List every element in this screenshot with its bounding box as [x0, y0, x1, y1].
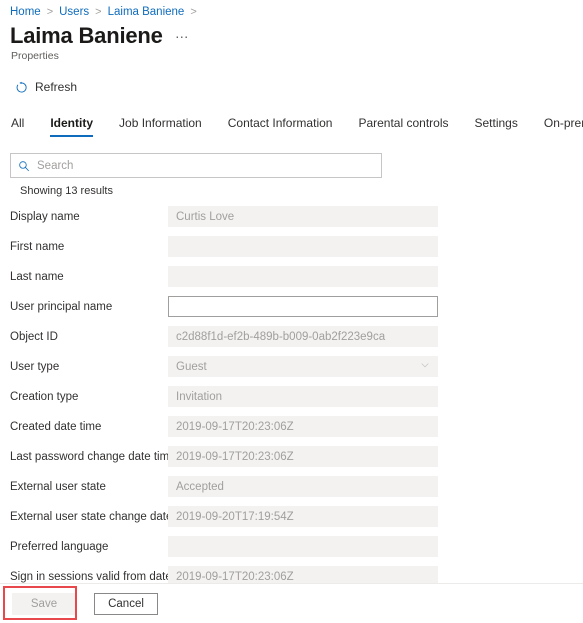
field-value: Accepted [176, 480, 224, 493]
form-row: Created date time 2019-09-17T20:23:06Z [0, 416, 583, 437]
field-label: Last password change date time [10, 450, 176, 463]
footer-actions: Save Cancel [0, 584, 583, 623]
search-icon [11, 160, 37, 172]
form-row: User principal name [0, 296, 583, 317]
field-value: Curtis Love [176, 210, 235, 223]
field-value: 2019-09-17T20:23:06Z [176, 420, 294, 433]
overflow-menu-button[interactable]: … [175, 26, 190, 45]
breadcrumb-separator: > [95, 6, 102, 18]
field-value: c2d88f1d-ef2b-489b-b009-0ab2f223e9ca [176, 330, 386, 343]
form-row: Creation type Invitation [0, 386, 583, 407]
breadcrumb-link-1[interactable]: Users [59, 6, 89, 18]
save-button[interactable]: Save [12, 592, 76, 615]
field-input-last-name[interactable] [168, 266, 438, 287]
field-value: Invitation [176, 390, 223, 403]
command-bar: Refresh [0, 63, 583, 99]
tab-parental-controls[interactable]: Parental controls [358, 116, 448, 137]
tab-all[interactable]: All [11, 116, 24, 137]
search-input[interactable] [37, 159, 381, 172]
field-select-user-type[interactable]: Guest [168, 356, 438, 377]
form-row: Last password change date time 2019-09-17… [0, 446, 583, 467]
field-value: 2019-09-17T20:23:06Z [176, 570, 294, 583]
breadcrumb-separator: > [46, 6, 54, 18]
breadcrumb-link-0[interactable]: Home [10, 6, 41, 18]
form-row: External user state Accepted [0, 476, 583, 497]
field-label: User principal name [10, 300, 113, 313]
tab-contact-information[interactable]: Contact Information [228, 116, 333, 137]
tab-identity[interactable]: Identity [50, 116, 93, 137]
page-title: Laima Baniene [10, 23, 163, 48]
form-row: Preferred language [0, 536, 583, 557]
field-label: First name [10, 240, 65, 253]
search-box[interactable] [10, 153, 382, 178]
field-label: Display name [10, 210, 80, 223]
form-row: First name [0, 236, 583, 257]
field-value: 2019-09-20T17:19:54Z [176, 510, 294, 523]
field-input-display-name[interactable]: Curtis Love [168, 206, 438, 227]
field-value: 2019-09-17T20:23:06Z [176, 450, 294, 463]
form-row: Display name Curtis Love [0, 206, 583, 227]
breadcrumb-link-2[interactable]: Laima Baniene [108, 6, 185, 18]
breadcrumb-separator: > [190, 6, 197, 18]
refresh-label: Refresh [35, 80, 78, 94]
refresh-button[interactable]: Refresh [14, 78, 81, 97]
field-input-preferred-language[interactable] [168, 536, 438, 557]
tab-job-information[interactable]: Job Information [119, 116, 202, 137]
form-row: Last name [0, 266, 583, 287]
chevron-down-icon [420, 360, 430, 373]
breadcrumb: Home > Users > Laima Baniene > [0, 0, 583, 20]
properties-form: Display name Curtis Love First name Last na… [0, 206, 583, 587]
field-value: Guest [176, 360, 207, 373]
form-row: Object ID c2d88f1d-ef2b-489b-b009-0ab2f22… [0, 326, 583, 347]
field-label: Object ID [10, 330, 58, 343]
results-count: Showing 13 results [20, 185, 113, 197]
field-input-object-id[interactable]: c2d88f1d-ef2b-489b-b009-0ab2f223e9ca [168, 326, 438, 347]
field-label: Preferred language [10, 540, 109, 553]
cancel-button[interactable]: Cancel [94, 592, 158, 615]
field-label: External user state change date time [10, 510, 198, 523]
tab-settings[interactable]: Settings [475, 116, 518, 137]
field-input-external-user-state-change-date-time[interactable]: 2019-09-20T17:19:54Z [168, 506, 438, 527]
field-label: Sign in sessions valid from date time [10, 570, 197, 583]
field-input-creation-type[interactable]: Invitation [168, 386, 438, 407]
field-input-created-date-time[interactable]: 2019-09-17T20:23:06Z [168, 416, 438, 437]
field-label: User type [10, 360, 60, 373]
tab-bar: All Identity Job Information Contact Inform… [0, 99, 583, 137]
form-row: External user state change date time 2019… [0, 506, 583, 527]
field-label: Creation type [10, 390, 79, 403]
field-label: Created date time [10, 420, 102, 433]
field-input-user-principal-name[interactable] [168, 296, 438, 317]
tab-on-premises[interactable]: On-premises [544, 116, 583, 137]
page-subtitle: Properties [11, 50, 59, 62]
page-header: Laima Baniene … [0, 20, 583, 49]
refresh-icon [14, 80, 29, 95]
form-row: User type Guest [0, 356, 583, 377]
field-input-external-user-state[interactable]: Accepted [168, 476, 438, 497]
field-input-first-name[interactable] [168, 236, 438, 257]
field-label: Last name [10, 270, 64, 283]
field-input-last-password-change-date-time[interactable]: 2019-09-17T20:23:06Z [168, 446, 438, 467]
field-label: External user state [10, 480, 106, 493]
